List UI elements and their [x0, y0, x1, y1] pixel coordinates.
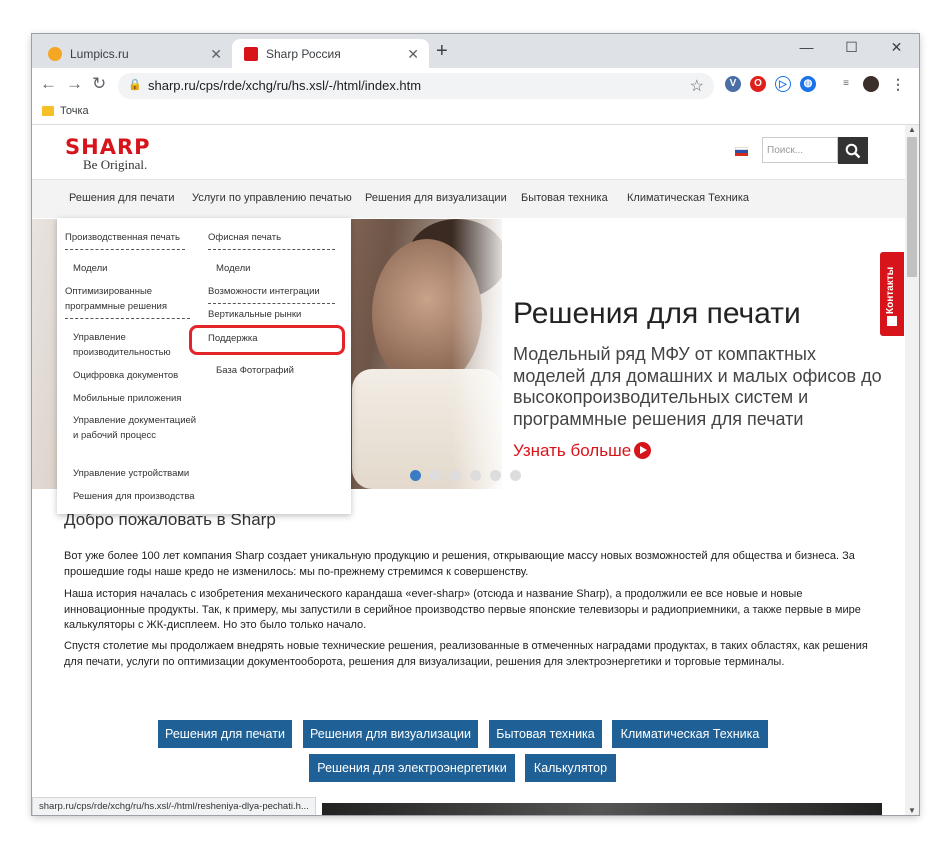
tab-title: Lumpics.ru	[70, 46, 129, 61]
reload-icon[interactable]: ↻	[92, 74, 106, 94]
status-bar-url: sharp.ru/cps/rde/xchg/ru/hs.xsl/-/html/r…	[32, 797, 316, 815]
new-tab-button[interactable]: +	[436, 40, 448, 63]
slider-dot[interactable]	[470, 470, 481, 481]
minimize-button[interactable]: —	[784, 34, 829, 64]
dropdown-heading-production[interactable]: Производственная печать	[65, 232, 185, 250]
bookmark-folder-tochka[interactable]: Точка	[60, 105, 89, 117]
dropdown-item-integration[interactable]: Возможности интеграции	[208, 284, 335, 304]
dropdown-item[interactable]: Мобильные приложения	[73, 391, 181, 406]
forward-arrow-icon[interactable]: →	[66, 74, 83, 94]
search-button[interactable]	[838, 137, 868, 164]
globe-extension-icon[interactable]: ◍	[800, 76, 816, 92]
slider-dot[interactable]	[450, 470, 461, 481]
dropdown-item[interactable]: База Фотографий	[216, 363, 294, 378]
dropdown-item[interactable]: Управление документацией и рабочий проце…	[73, 413, 203, 443]
intro-paragraph: Вот уже более 100 лет компания Sharp соз…	[64, 550, 855, 578]
back-arrow-icon[interactable]: ←	[40, 74, 57, 94]
support-highlight-annotation	[189, 325, 345, 355]
dropdown-item[interactable]: Оцифровка документов	[73, 368, 178, 383]
slider-dot[interactable]	[490, 470, 501, 481]
dropdown-item-vertical-markets[interactable]: Вертикальные рынки	[208, 307, 301, 322]
dropdown-item[interactable]: Решения для производства	[73, 489, 195, 504]
lumpics-favicon-icon	[48, 46, 62, 61]
nav-climate[interactable]: Климатическая Техника	[627, 192, 749, 204]
nav-visual-solutions[interactable]: Решения для визуализации	[365, 192, 507, 204]
dropdown-item[interactable]: Модели	[73, 261, 107, 276]
nav-print-solutions[interactable]: Решения для печати	[69, 192, 175, 204]
dropdown-heading-office[interactable]: Офисная печать	[208, 232, 335, 250]
century-paragraph: Спустя столетие мы продолжаем внедрять н…	[64, 640, 868, 668]
vpn-extension-icon[interactable]: V	[725, 76, 741, 92]
sharp-logo[interactable]: SHARP Be Original.	[65, 135, 151, 173]
logo-brand: SHARP	[65, 135, 151, 159]
contacts-tab[interactable]: Контакты	[880, 252, 904, 336]
menu-dots-icon[interactable]: ⋮	[890, 76, 906, 92]
folder-icon	[42, 106, 54, 116]
play-circle-icon	[634, 442, 652, 459]
maximize-button[interactable]: ☐	[829, 34, 874, 64]
tab-sharp[interactable]: Sharp Россия ✕	[232, 39, 429, 68]
close-tab-icon[interactable]: ✕	[407, 46, 419, 63]
hero-subtitle: Модельный ряд МФУ от компактных моделей …	[513, 344, 882, 429]
footer-image-strip	[322, 803, 882, 815]
scrollbar-thumb[interactable]	[907, 137, 917, 277]
browser-window: Lumpics.ru ✕ Sharp Россия ✕ + — ☐ ✕ ← → …	[32, 34, 919, 815]
dropdown-item[interactable]: Управление производительностью	[73, 330, 183, 360]
slider-dot[interactable]	[430, 470, 441, 481]
search-icon	[845, 143, 861, 159]
slider-dot[interactable]	[410, 470, 421, 481]
slider-dots	[410, 468, 530, 486]
main-nav: Решения для печати Услуги по управлению …	[32, 179, 905, 218]
page-viewport: SHARP Be Original. Поиск... Решения для …	[32, 125, 905, 815]
tab-bar: Lumpics.ru ✕ Sharp Россия ✕ + — ☐ ✕	[32, 34, 919, 68]
category-button-climate[interactable]: Климатическая Техника	[612, 720, 768, 748]
sharp-favicon-icon	[244, 46, 258, 61]
close-tab-icon[interactable]: ✕	[210, 46, 222, 63]
bookmarks-bar: Точка	[32, 102, 919, 125]
opera-extension-icon[interactable]: O	[750, 76, 766, 92]
dropdown-item[interactable]: Модели	[216, 261, 250, 276]
media-control-icon[interactable]: ≡	[838, 76, 854, 92]
tab-title: Sharp Россия	[266, 46, 341, 61]
page-scrollbar[interactable]: ▲ ▼	[905, 125, 919, 815]
category-button-energy[interactable]: Решения для электроэнергетики	[309, 754, 515, 782]
category-button-home[interactable]: Бытовая техника	[489, 720, 602, 748]
play-extension-icon[interactable]: ▷	[775, 76, 791, 92]
browser-toolbar: ← → ↻ 🔒 sharp.ru/cps/rde/xchg/ru/hs.xsl/…	[32, 68, 919, 102]
bookmark-star-icon[interactable]: ☆	[690, 76, 704, 96]
scroll-up-arrow-icon[interactable]: ▲	[908, 125, 916, 134]
contacts-label: Контакты	[885, 266, 896, 314]
learn-more-label: Узнать больше	[513, 441, 632, 460]
category-button-print[interactable]: Решения для печати	[158, 720, 292, 748]
address-bar[interactable]: 🔒 sharp.ru/cps/rde/xchg/ru/hs.xsl/-/html…	[118, 73, 714, 99]
hero-title: Решения для печати	[513, 297, 801, 330]
nav-print-services[interactable]: Услуги по управлению печатью	[192, 192, 352, 204]
slider-dot[interactable]	[510, 470, 521, 481]
address-url[interactable]: sharp.ru/cps/rde/xchg/ru/hs.xsl/-/html/i…	[148, 78, 421, 93]
dropdown-item[interactable]: Управление устройствами	[73, 466, 189, 481]
dropdown-heading-software[interactable]: Оптимизированные программные решения	[65, 284, 190, 319]
profile-avatar[interactable]	[863, 76, 879, 92]
search-input[interactable]: Поиск...	[762, 137, 838, 163]
print-solutions-dropdown: Производственная печать Модели Оптимизир…	[57, 218, 351, 514]
tab-lumpics[interactable]: Lumpics.ru ✕	[36, 39, 232, 68]
learn-more-link[interactable]: Узнать больше	[513, 441, 652, 461]
russia-flag-icon[interactable]	[735, 147, 748, 156]
logo-tagline: Be Original.	[83, 157, 148, 172]
close-window-button[interactable]: ✕	[874, 34, 919, 64]
mail-icon	[887, 316, 897, 326]
scroll-down-arrow-icon[interactable]: ▼	[908, 806, 916, 815]
category-button-calculator[interactable]: Калькулятор	[525, 754, 616, 782]
history-paragraph: Наша история началась с изобретения меха…	[64, 588, 861, 631]
lock-icon: 🔒	[128, 79, 142, 91]
category-button-visual[interactable]: Решения для визуализации	[303, 720, 478, 748]
nav-home-appliances[interactable]: Бытовая техника	[521, 192, 608, 204]
